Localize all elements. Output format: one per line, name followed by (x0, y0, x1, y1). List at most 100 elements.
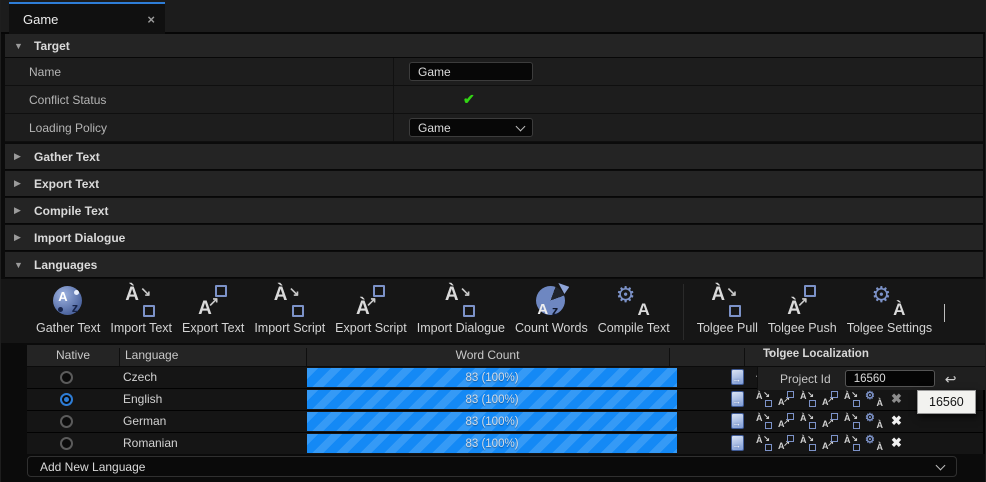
import-text-button[interactable]: À↘ Import Text (105, 282, 177, 336)
project-id-label: Project Id (780, 372, 831, 386)
culture-import-dialogue-icon[interactable]: À↘ (844, 391, 861, 408)
tolgee-push-icon: À↗ (783, 283, 821, 319)
language-name: English (123, 392, 162, 406)
section-header-export-text[interactable]: ▶ Export Text (5, 171, 983, 197)
chevron-down-icon: ▼ (14, 260, 26, 270)
import-culture-doc-icon[interactable] (731, 413, 744, 429)
section-header-target[interactable]: ▼ Target (5, 34, 983, 58)
reset-to-default-icon[interactable]: ↩ (945, 372, 957, 386)
column-divider (393, 86, 394, 113)
section-title: Import Dialogue (34, 231, 125, 245)
pie-az-icon: Az (532, 283, 570, 319)
export-script-button[interactable]: À↗ Export Script (330, 282, 412, 336)
tab-game[interactable]: Game × (9, 2, 165, 34)
name-label: Name (5, 65, 61, 79)
tolgee-settings-button[interactable]: ⚙À Tolgee Settings (842, 282, 937, 336)
tolgee-pull-icon: À↘ (708, 283, 746, 319)
section-title: Gather Text (34, 150, 100, 164)
export-script-icon: À↗ (352, 283, 390, 319)
import-script-button[interactable]: À↘ Import Script (249, 282, 330, 336)
project-id-input[interactable] (845, 370, 935, 387)
column-divider (669, 348, 670, 366)
culture-export-script-icon[interactable]: A↗ (822, 413, 839, 430)
section-title: Compile Text (34, 204, 108, 218)
section-header-languages[interactable]: ▼ Languages (5, 252, 983, 278)
culture-settings-icon[interactable]: ⚙À (866, 413, 883, 430)
property-row-name: Name (5, 58, 983, 86)
column-header-language[interactable]: Language (125, 348, 178, 362)
culture-import-dialogue-icon[interactable]: À↘ (844, 413, 861, 430)
conflict-status-label: Conflict Status (5, 93, 106, 107)
table-row-german: German 83 (100%) À↘ A↗ À↘ A↗ À↘ ⚙À ✖ (27, 411, 983, 432)
compile-text-button[interactable]: ⚙A Compile Text (593, 282, 675, 336)
column-divider (119, 348, 120, 366)
native-radio-selected[interactable] (60, 393, 73, 406)
name-input[interactable] (409, 62, 533, 81)
count-words-button[interactable]: Az Count Words (510, 282, 593, 336)
culture-import-dialogue-icon[interactable]: À↘ (844, 435, 861, 452)
column-header-word-count[interactable]: Word Count (306, 348, 669, 362)
import-dialogue-button[interactable]: À↘ Import Dialogue (412, 282, 510, 336)
section-title: Export Text (34, 177, 99, 191)
culture-import-text-icon[interactable]: À↘ (756, 391, 773, 408)
culture-import-text-icon[interactable]: À↘ (756, 435, 773, 452)
export-text-button[interactable]: A↗ Export Text (177, 282, 249, 336)
check-icon: ✔ (463, 91, 475, 108)
import-script-icon: À↘ (271, 283, 309, 319)
word-count-bar: 83 (100%) (307, 434, 677, 453)
toolbar-overflow-button[interactable] (944, 304, 945, 322)
delete-culture-icon[interactable]: ✖ (891, 436, 902, 449)
language-name: Romanian (123, 436, 178, 450)
language-name: German (123, 414, 166, 428)
column-divider (393, 114, 394, 141)
column-divider (744, 348, 745, 366)
tolgee-pull-button[interactable]: À↘ Tolgee Pull (692, 282, 763, 336)
section-header-compile-text[interactable]: ▶ Compile Text (5, 198, 983, 224)
tolgee-project-id-row: Project Id ↩ (757, 367, 985, 390)
culture-settings-icon[interactable]: ⚙À (866, 435, 883, 452)
loading-policy-value: Game (418, 121, 451, 135)
culture-import-script-icon[interactable]: À↘ (800, 435, 817, 452)
tolgee-push-button[interactable]: À↗ Tolgee Push (763, 282, 842, 336)
culture-export-script-icon[interactable]: A↗ (822, 435, 839, 452)
import-dialogue-icon: À↘ (442, 283, 480, 319)
native-radio[interactable] (60, 437, 73, 450)
chevron-down-icon: ▼ (14, 41, 26, 51)
table-row-romanian: Romanian 83 (100%) À↘ A↗ À↘ A↗ À↘ ⚙À ✖ (27, 433, 983, 454)
project-id-tooltip: 16560 (917, 390, 976, 414)
column-divider (393, 58, 394, 85)
native-radio[interactable] (60, 415, 73, 428)
culture-export-script-icon[interactable]: A↗ (822, 391, 839, 408)
culture-export-text-icon[interactable]: A↗ (778, 391, 795, 408)
chevron-down-icon (936, 460, 946, 470)
localization-dashboard-window: Game × ▼ Target Name Conflict Status ✔ L… (0, 0, 986, 482)
property-row-conflict-status: Conflict Status ✔ (5, 86, 983, 114)
import-culture-doc-icon[interactable] (731, 369, 744, 385)
import-culture-doc-icon[interactable] (731, 391, 744, 407)
delete-culture-icon[interactable]: ✖ (891, 414, 902, 427)
close-icon[interactable]: × (147, 12, 155, 27)
loading-policy-dropdown[interactable]: Game (409, 118, 533, 137)
property-row-loading-policy: Loading Policy Game (5, 114, 983, 142)
tolgee-localization-header[interactable]: ▼ Tolgee Localization (757, 345, 985, 366)
section-title: Target (34, 39, 70, 53)
column-header-native[interactable]: Native (27, 348, 119, 362)
section-header-gather-text[interactable]: ▶ Gather Text (5, 144, 983, 170)
culture-import-script-icon[interactable]: À↘ (800, 391, 817, 408)
import-culture-doc-icon[interactable] (731, 435, 744, 451)
culture-import-text-icon[interactable]: À↘ (756, 413, 773, 430)
add-new-language-dropdown[interactable]: Add New Language (27, 456, 957, 477)
native-radio[interactable] (60, 371, 73, 384)
add-new-language-label: Add New Language (40, 460, 145, 474)
languages-table: Czech 83 (100%) À↘ A↗ À↘ A↗ À↘ ⚙À ✖ Engl… (27, 367, 985, 454)
section-header-import-dialogue[interactable]: ▶ Import Dialogue (5, 225, 983, 251)
culture-export-text-icon[interactable]: A↗ (778, 413, 795, 430)
chevron-down-icon (516, 121, 526, 131)
culture-export-text-icon[interactable]: A↗ (778, 435, 795, 452)
culture-settings-icon[interactable]: ⚙À (866, 391, 883, 408)
culture-import-script-icon[interactable]: À↘ (800, 413, 817, 430)
table-row-english: English 83 (100%) À↘ A↗ À↘ A↗ À↘ ⚙À ✖ (27, 389, 983, 410)
loading-policy-label: Loading Policy (5, 121, 107, 135)
gather-text-button[interactable]: Az Gather Text (31, 282, 105, 336)
delete-culture-icon-disabled: ✖ (891, 392, 902, 405)
